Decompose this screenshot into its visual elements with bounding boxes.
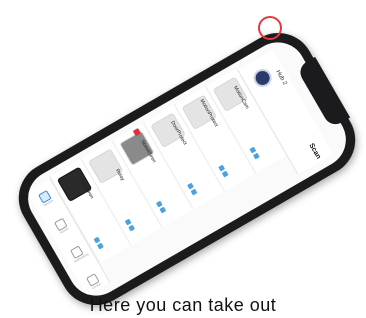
phone-device: Hub 2 Scan MotionCam MotionProtect DoorP… [5,19,366,318]
caption-text: Here you can take out [89,295,277,315]
tab-notifications[interactable]: Notifications [68,244,89,264]
device-status-icons [124,218,139,237]
tab-rooms[interactable]: Rooms [52,217,71,236]
screenshot-stage: Hub 2 Scan MotionCam MotionProtect DoorP… [0,0,366,318]
device-name: Relay [114,167,126,182]
hub-avatar[interactable] [250,65,275,91]
tab-control[interactable]: Control [84,272,103,291]
device-status-icons [218,164,232,183]
device-status-icons [93,236,108,255]
tab-devices[interactable]: Devices [36,189,55,208]
device-status-icons [249,146,263,165]
hub-title[interactable]: Hub 2 [274,69,287,86]
device-status-icons [155,200,170,219]
device-status-icons [187,182,201,201]
highlight-circle [258,16,282,40]
scan-button[interactable]: Scan [308,142,322,160]
